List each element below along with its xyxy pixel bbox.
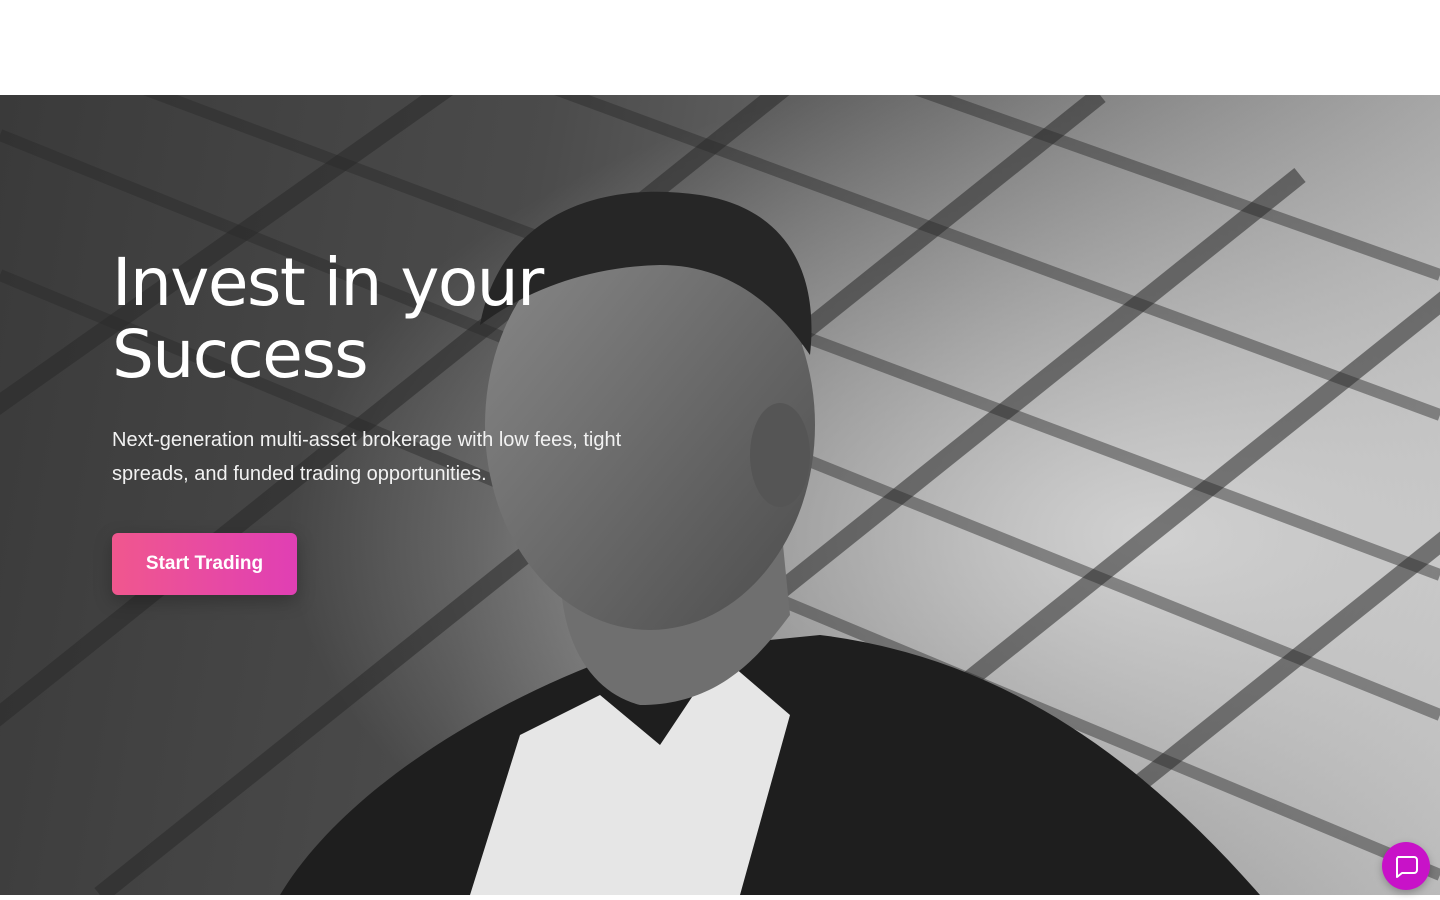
hero-content: Invest in your Success Next-generation m… [112, 247, 732, 595]
chat-widget-button[interactable] [1382, 842, 1430, 890]
start-trading-button[interactable]: Start Trading [112, 533, 297, 595]
hero-title: Invest in your Success [112, 244, 544, 393]
chat-bubble-icon [1395, 856, 1418, 878]
hero-section: Invest in your Success Next-generation m… [0, 95, 1440, 895]
hero-subtitle: Next-generation multi-asset brokerage wi… [112, 429, 622, 485]
top-navigation-bar [0, 0, 1440, 95]
